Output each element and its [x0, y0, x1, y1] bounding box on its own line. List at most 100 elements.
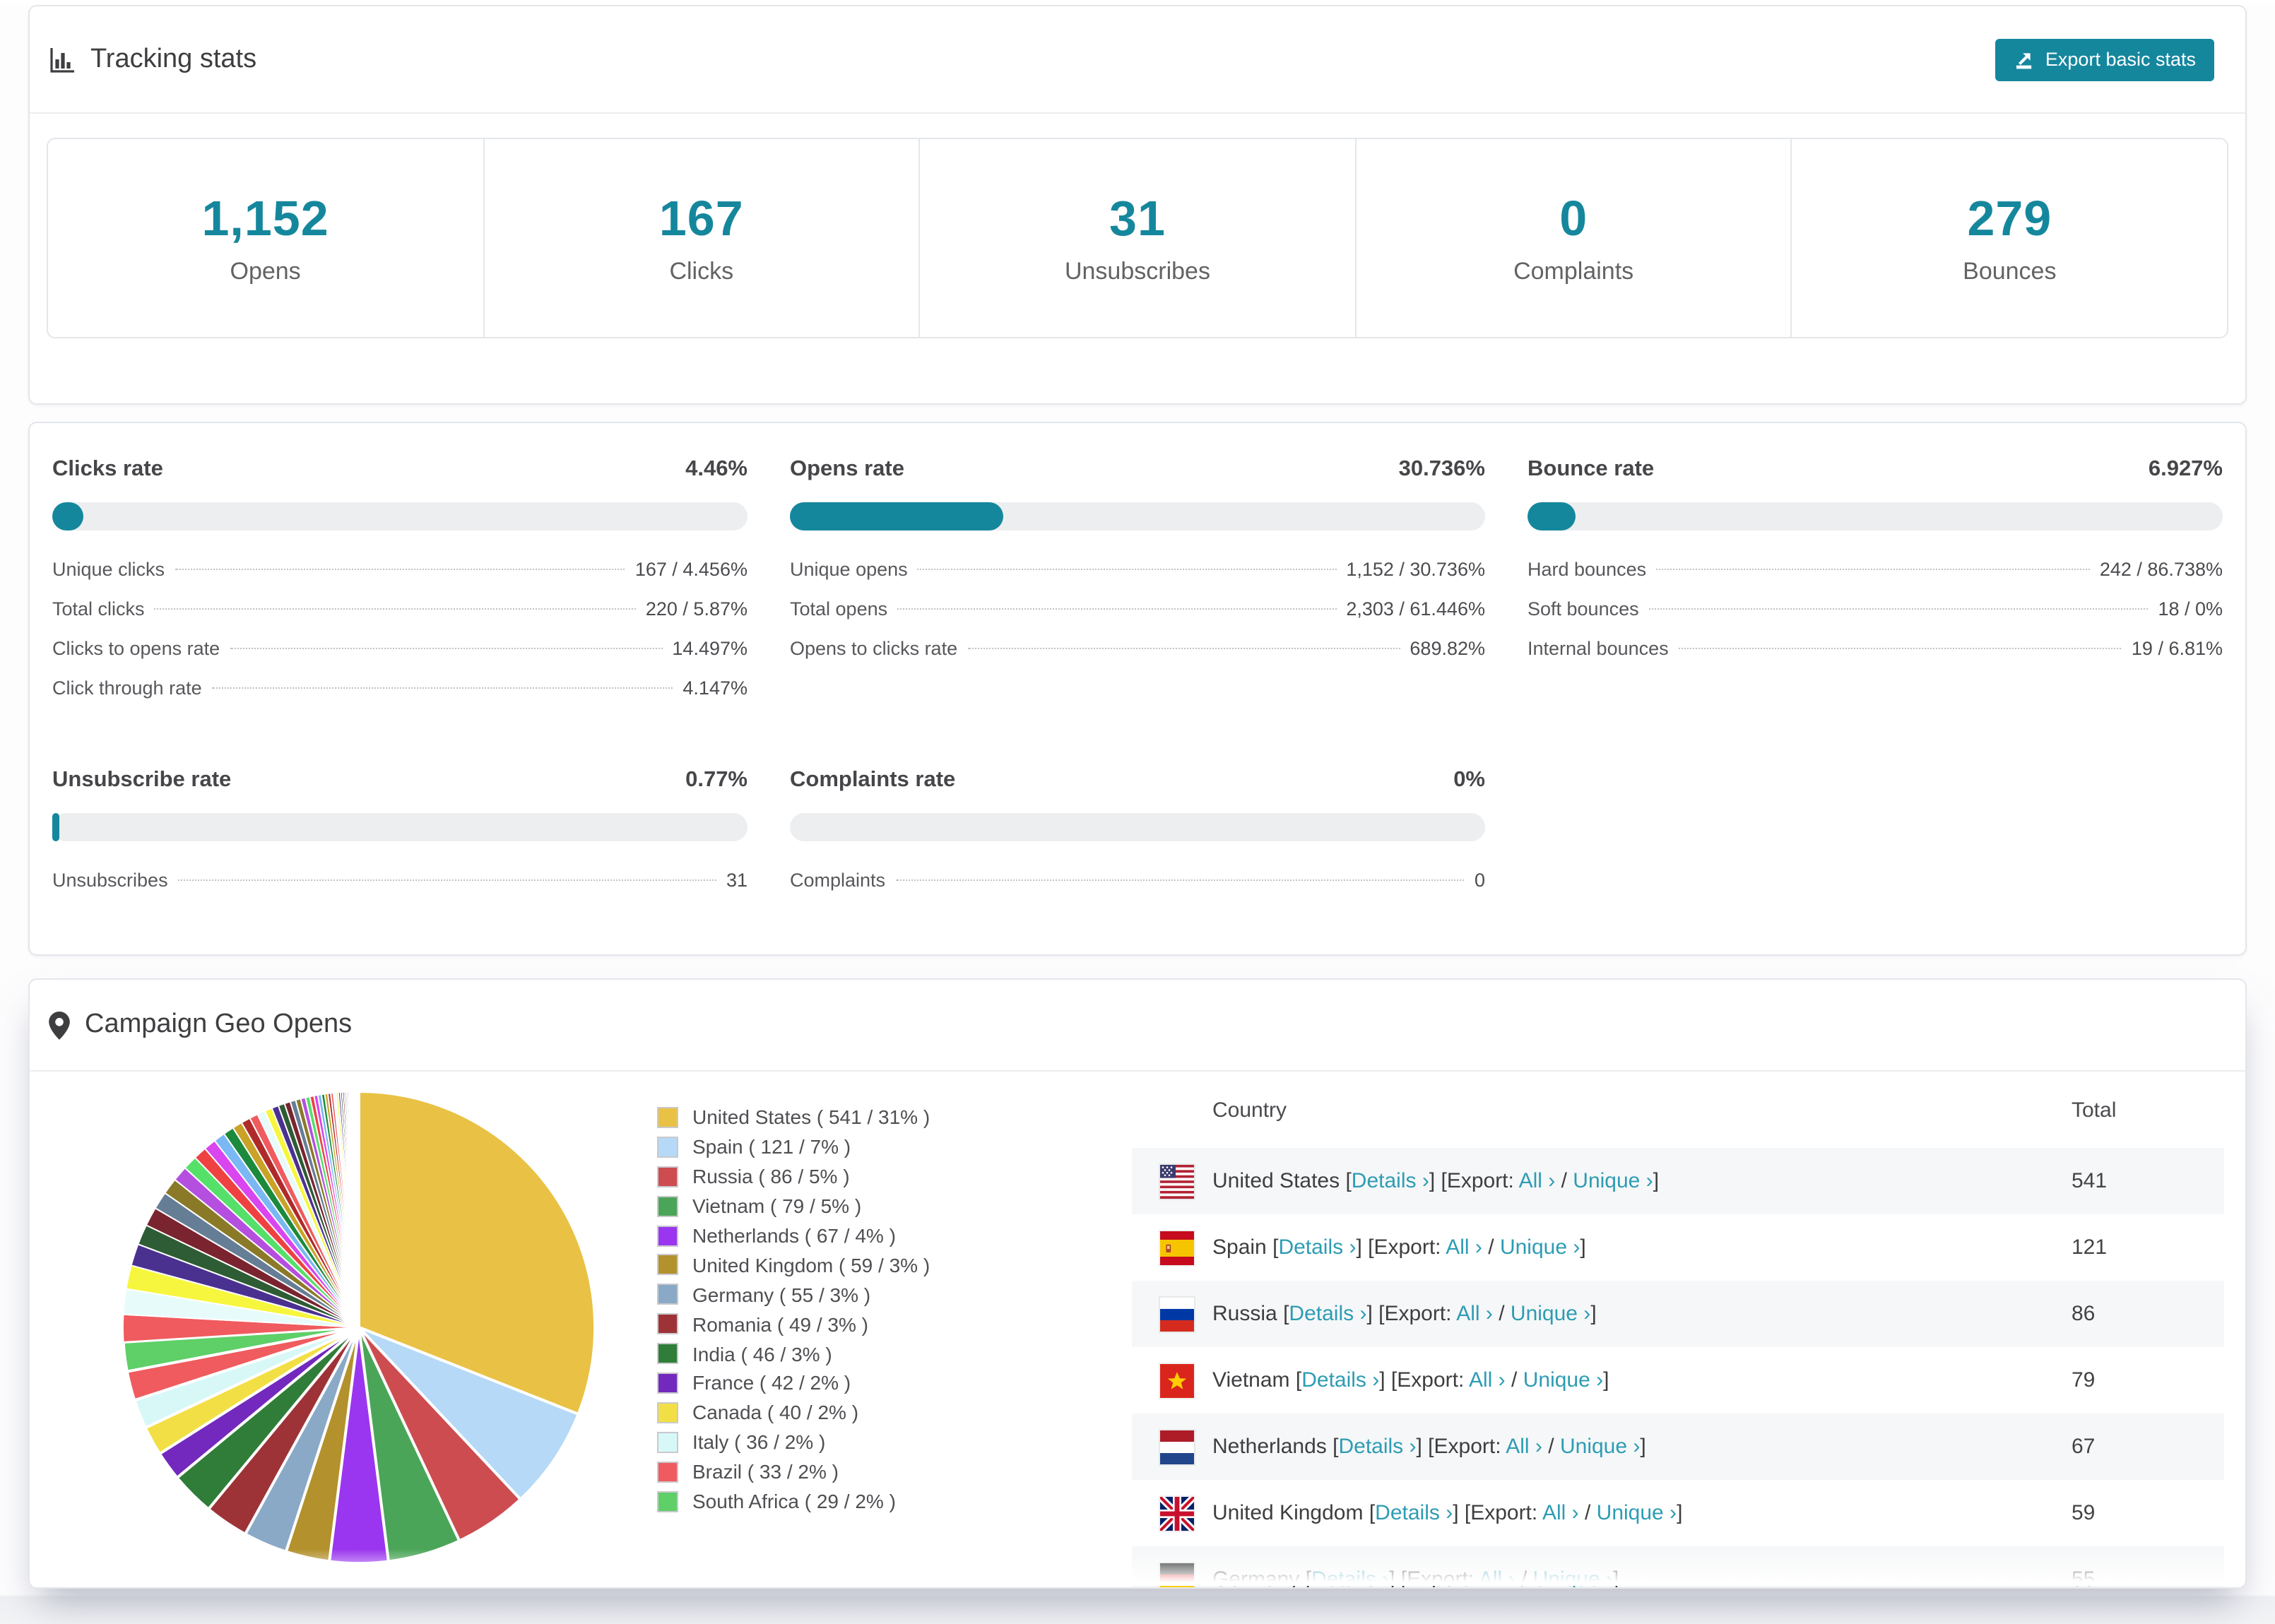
- country-name: Spain: [1212, 1235, 1273, 1260]
- rate-section-opens-rate: Opens rate 30.736% Unique opens 1,152 / 30.…: [790, 457, 1485, 717]
- metric-label: Opens to clicks rate: [790, 638, 958, 659]
- table-row-vietnam: Vietnam [Details ›] [Export: All › / Uni…: [1132, 1347, 2224, 1413]
- stat-value: 167: [658, 191, 744, 246]
- legend-swatch: [657, 1225, 678, 1246]
- export-all-link[interactable]: All ›: [1446, 1235, 1482, 1260]
- legend-swatch: [657, 1490, 678, 1512]
- legend-item-india[interactable]: India ( 46 / 3% ): [657, 1339, 930, 1368]
- total-value: 86: [2072, 1302, 2096, 1326]
- export-unique-link[interactable]: Unique ›: [1500, 1235, 1580, 1260]
- rate-title: Unsubscribe rate: [52, 768, 232, 792]
- metric-leader: [230, 648, 663, 649]
- legend-item-united-states[interactable]: United States ( 541 / 31% ): [657, 1103, 930, 1132]
- details-link[interactable]: Details ›: [1289, 1302, 1366, 1326]
- details-link[interactable]: Details ›: [1311, 1567, 1389, 1587]
- stat-card-clicks: 167 Clicks: [483, 139, 918, 337]
- export-unique-link[interactable]: Unique ›: [1597, 1501, 1677, 1525]
- legend-item-russia[interactable]: Russia ( 86 / 5% ): [657, 1162, 930, 1192]
- country-name: Russia: [1212, 1302, 1284, 1326]
- export-all-link[interactable]: All ›: [1456, 1302, 1493, 1326]
- legend-label: India ( 46 / 3% ): [692, 1342, 832, 1365]
- legend-label: Brazil ( 33 / 2% ): [692, 1460, 839, 1483]
- export-unique-link[interactable]: Unique ›: [1523, 1368, 1603, 1392]
- table-row-main: Netherlands [Details ›] [Export: All › /…: [1212, 1435, 1646, 1459]
- legend-item-canada[interactable]: Canada ( 40 / 2% ): [657, 1398, 930, 1428]
- stat-value: 31: [1109, 191, 1166, 246]
- legend-item-south-africa[interactable]: South Africa ( 29 / 2% ): [657, 1486, 930, 1516]
- stat-card-unsubscribes: 31 Unsubscribes: [918, 139, 1354, 337]
- legend-item-germany[interactable]: Germany ( 55 / 3% ): [657, 1280, 930, 1310]
- legend-item-spain[interactable]: Spain ( 121 / 7% ): [657, 1132, 930, 1162]
- metric-label: Total opens: [790, 598, 888, 620]
- country-flag-icon-de: [1160, 1563, 1194, 1587]
- legend-item-netherlands[interactable]: Netherlands ( 67 / 4% ): [657, 1221, 930, 1250]
- legend-item-italy[interactable]: Italy ( 36 / 2% ): [657, 1428, 930, 1457]
- export-all-link[interactable]: All ›: [1479, 1567, 1515, 1587]
- country-name: United States: [1212, 1169, 1346, 1193]
- metric-leader: [897, 608, 1337, 610]
- rate-section-clicks-rate: Clicks rate 4.46% Unique clicks 167 / 4.456…: [52, 457, 748, 717]
- summary-row: 1,152 Opens 167 Clicks 31 Unsubscribes 0 Compla…: [47, 138, 2228, 338]
- rate-title: Complaints rate: [790, 768, 956, 792]
- export-all-link[interactable]: All ›: [1542, 1501, 1579, 1525]
- metric-value: 18 / 0%: [2158, 598, 2223, 620]
- table-row-main: Germany [Details ›] [Export: All › / Uni…: [1212, 1567, 2072, 1587]
- legend-item-romania[interactable]: Romania ( 49 / 3% ): [657, 1309, 930, 1339]
- table-row-united-states: United States [Details ›] [Export: All ›…: [1132, 1148, 2224, 1214]
- metric-row: Internal bounces 19 / 6.81%: [1528, 638, 2223, 677]
- export-all-link[interactable]: All ›: [1519, 1169, 1556, 1193]
- export-unique-link[interactable]: Unique ›: [1511, 1302, 1590, 1326]
- pie-slice-other-50: [357, 1090, 360, 1328]
- rates-grid: Clicks rate 4.46% Unique clicks 167 / 4.456…: [52, 457, 2223, 909]
- progress-fill: [52, 813, 60, 841]
- details-link[interactable]: Details ›: [1278, 1235, 1356, 1260]
- legend-label: United States ( 541 / 31% ): [692, 1106, 930, 1129]
- export-unique-link[interactable]: Unique ›: [1560, 1435, 1640, 1459]
- rate-section-bounce-rate: Bounce rate 6.927% Hard bounces 242 / 86.73…: [1528, 457, 2223, 717]
- total-value: 79: [2072, 1368, 2096, 1392]
- legend-swatch: [657, 1254, 678, 1276]
- rate-value: 4.46%: [685, 457, 748, 481]
- geo-opens-header: Campaign Geo Opens: [30, 980, 2245, 1072]
- export-unique-link[interactable]: Unique ›: [1533, 1567, 1613, 1587]
- page: Tracking stats Export basic stats 1,152 O…: [0, 5, 2275, 1624]
- details-link[interactable]: Details ›: [1338, 1435, 1416, 1459]
- legend-item-vietnam[interactable]: Vietnam ( 79 / 5% ): [657, 1191, 930, 1221]
- legend-label: France ( 42 / 2% ): [692, 1371, 851, 1394]
- legend-swatch: [657, 1401, 678, 1423]
- stat-card-complaints: 0 Complaints: [1354, 139, 1791, 337]
- stat-label: Complaints: [1513, 257, 1634, 284]
- legend-item-brazil[interactable]: Brazil ( 33 / 2% ): [657, 1457, 930, 1486]
- country-name: United Kingdom: [1212, 1501, 1369, 1525]
- rate-section-unsubscribe-rate: Unsubscribe rate 0.77% Unsubscribes 31: [52, 768, 748, 909]
- details-link[interactable]: Details ›: [1301, 1368, 1379, 1392]
- metric-label: Click through rate: [52, 677, 202, 699]
- details-link[interactable]: Details ›: [1375, 1501, 1453, 1525]
- metric-label: Unique clicks: [52, 559, 165, 580]
- country-flag-icon-ru: [1160, 1297, 1194, 1331]
- table-row-netherlands: Netherlands [Details ›] [Export: All › /…: [1132, 1413, 2224, 1480]
- export-all-link[interactable]: All ›: [1469, 1368, 1506, 1392]
- stat-label: Bounces: [1963, 257, 2057, 284]
- metric-value: 167 / 4.456%: [634, 559, 748, 580]
- export-unique-link[interactable]: Unique ›: [1573, 1169, 1653, 1193]
- details-link[interactable]: Details ›: [1352, 1169, 1429, 1193]
- table-row-united-kingdom: United Kingdom [Details ›] [Export: All …: [1132, 1480, 2224, 1546]
- total-value: 67: [2072, 1435, 2096, 1459]
- metric-value: 31: [726, 870, 748, 891]
- export-button-label: Export basic stats: [2045, 49, 2196, 70]
- export-basic-stats-button[interactable]: Export basic stats: [1995, 38, 2214, 81]
- legend-item-united-kingdom[interactable]: United Kingdom ( 59 / 3% ): [657, 1250, 930, 1280]
- metric-leader: [211, 687, 673, 689]
- legend-item-france[interactable]: France ( 42 / 2% ): [657, 1368, 930, 1398]
- metric-label: Soft bounces: [1528, 598, 1639, 620]
- table-row-spain: Spain [Details ›] [Export: All › / Uniqu…: [1132, 1214, 2224, 1281]
- country-flag-icon-es: [1160, 1231, 1194, 1264]
- progress-bar-clicks-rate: [52, 502, 748, 531]
- export-all-link[interactable]: All ›: [1506, 1435, 1542, 1459]
- legend-swatch: [657, 1461, 678, 1483]
- metric-value: 14.497%: [672, 638, 748, 659]
- metric-row: Complaints 0: [790, 870, 1485, 909]
- metric-leader: [967, 648, 1400, 649]
- metric-value: 242 / 86.738%: [2099, 559, 2223, 580]
